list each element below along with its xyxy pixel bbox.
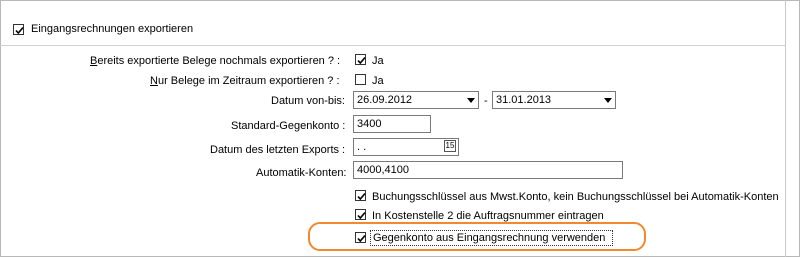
datum-von-bis-label: Datum von-bis: [271,95,345,107]
datum-bis-dropdown-button[interactable] [601,92,615,108]
gegenkonto-eingangsrechnung-checkbox[interactable] [355,232,366,243]
gegenkonto-eingangsrechnung-label: Gegenkonto aus Eingangsrechnung verwende… [373,232,606,244]
buchungsschluessel-label: Buchungsschlüssel aus Mwst.Konto, kein B… [372,191,779,203]
bereits-exportiert-label: Bereits exportierte Belege nochmals expo… [90,55,340,68]
bereits-colon: : [337,55,341,67]
letzter-export-date-input[interactable]: . . 15 [353,138,459,156]
automatik-konten-input[interactable]: 4000,4100 [353,161,623,179]
checkmark-icon [357,211,366,220]
export-section-title: Eingangsrechnungen exportieren [31,23,194,35]
standard-gegenkonto-input[interactable]: 3400 [353,115,431,133]
letzter-export-value: . . [357,141,367,153]
datum-von-dropdown-button[interactable] [464,92,478,108]
letzter-export-label: Datum des letzten Exports : [210,144,346,156]
datum-von-combo[interactable]: 26.09.2012 [353,91,479,109]
automatik-konten-label: Automatik-Konten: [256,167,347,179]
datum-von-value: 26.09.2012 [357,94,413,106]
nur-belege-label: Nur Belege im Zeitraum exportieren ? : [150,75,340,88]
section-divider [0,45,786,46]
nur-belege-checkbox[interactable] [355,74,366,85]
buchungsschluessel-checkbox[interactable] [355,190,366,201]
chevron-down-icon [467,97,475,103]
export-checkbox[interactable] [13,24,24,35]
checkmark-icon [357,192,366,201]
checkmark-icon [357,56,366,65]
datum-bis-value: 31.01.2013 [496,94,552,106]
nur-colon: : [336,75,340,87]
kostenstelle-checkbox[interactable] [355,209,366,220]
nur-first-letter: N [150,75,158,87]
datum-separator: - [484,95,488,107]
checkmark-icon [357,234,366,243]
nur-rest: ur Belege im Zeitraum exportieren ? [157,75,334,87]
bereits-ja-label: Ja [372,55,384,67]
nur-ja-label: Ja [372,75,384,87]
chevron-down-icon [604,97,612,103]
panel-divider [785,0,786,257]
datum-bis-combo[interactable]: 31.01.2013 [492,91,616,109]
calendar-icon[interactable]: 15 [444,140,456,152]
bereits-rest: ereits exportierte Belege nochmals expor… [97,55,334,67]
bereits-exportiert-checkbox[interactable] [355,54,366,65]
standard-gegenkonto-label: Standard-Gegenkonto : [231,120,346,132]
checkmark-icon [15,26,24,35]
